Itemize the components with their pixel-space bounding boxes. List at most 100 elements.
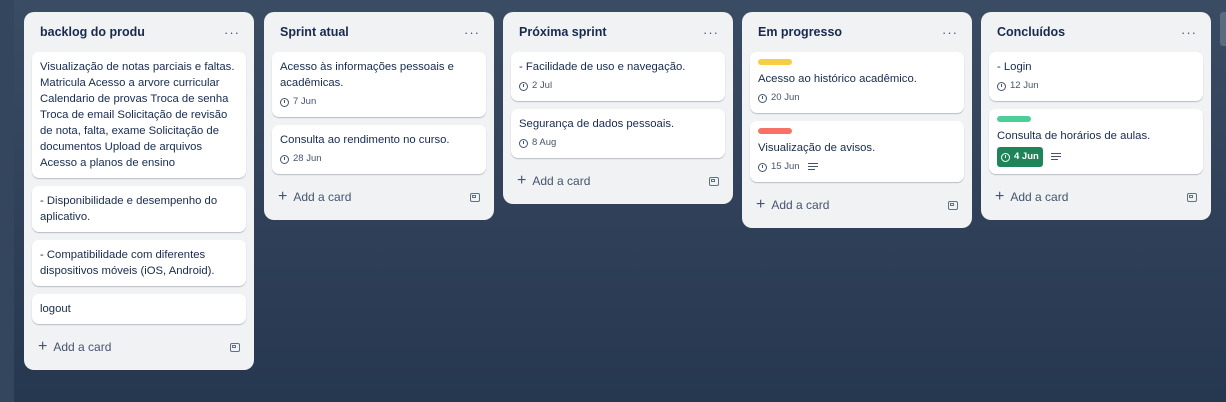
- plus-icon: +: [278, 188, 288, 205]
- add-card-button[interactable]: + Add a card: [756, 197, 829, 213]
- list-column: Concluídos ··· - Login 12 Jun Consulta de ho…: [981, 12, 1211, 220]
- list-column: backlog do produ ··· Visualização de notas…: [24, 12, 254, 370]
- card-title: logout: [40, 303, 71, 315]
- left-sidebar-edge: [0, 0, 14, 402]
- card-title: - Compatibilidade com diferentes disposi…: [40, 249, 215, 277]
- card[interactable]: - Disponibilidade e desempenho do aplica…: [32, 186, 246, 232]
- plus-icon: +: [38, 338, 48, 355]
- card[interactable]: Acesso ao histórico acadêmico. 20 Jun: [750, 52, 964, 113]
- list-column: Sprint atual ··· Acesso às informações pes…: [264, 12, 494, 220]
- add-card-label: Add a card: [293, 190, 352, 204]
- create-from-template-icon[interactable]: [948, 200, 958, 210]
- clock-icon: [758, 93, 767, 103]
- add-card-label: Add a card: [532, 174, 591, 188]
- due-date-badge[interactable]: 15 Jun: [758, 159, 800, 175]
- due-date-badge[interactable]: 2 Jul: [519, 78, 552, 94]
- description-icon: [807, 163, 818, 171]
- card[interactable]: Consulta de horários de aulas. 4 Jun: [989, 109, 1203, 174]
- clock-icon: [519, 138, 528, 148]
- list-header: Próxima sprint ···: [511, 12, 725, 52]
- card-badges: 15 Jun: [758, 159, 956, 175]
- card-title: Acesso às informações pessoais e acadêmi…: [280, 61, 454, 89]
- add-card-button[interactable]: + Add a card: [38, 339, 111, 355]
- due-date-badge[interactable]: 20 Jun: [758, 90, 800, 106]
- add-card-button[interactable]: + Add a card: [995, 189, 1068, 205]
- due-date-badge[interactable]: 12 Jun: [997, 78, 1039, 94]
- list-title[interactable]: Sprint atual: [280, 25, 349, 39]
- clock-icon: [280, 97, 289, 107]
- clock-icon: [519, 81, 528, 91]
- card-badges: 7 Jun: [280, 94, 478, 110]
- list-menu-icon[interactable]: ···: [224, 25, 240, 40]
- card-badges: 2 Jul: [519, 78, 717, 94]
- due-date-badge[interactable]: 28 Jun: [280, 151, 322, 167]
- due-date-text: 20 Jun: [771, 92, 800, 103]
- create-from-template-icon[interactable]: [470, 192, 480, 202]
- card-title: Acesso ao histórico acadêmico.: [758, 73, 917, 85]
- list-title[interactable]: Próxima sprint: [519, 25, 607, 39]
- right-panel-handle[interactable]: [1220, 12, 1226, 46]
- list-header: backlog do produ ···: [32, 12, 246, 52]
- card[interactable]: Segurança de dados pessoais. 8 Aug: [511, 109, 725, 158]
- card[interactable]: - Compatibilidade com diferentes disposi…: [32, 240, 246, 286]
- create-from-template-icon[interactable]: [1187, 192, 1197, 202]
- add-card-row: + Add a card: [32, 332, 246, 362]
- card[interactable]: - Facilidade de uso e navegação. 2 Jul: [511, 52, 725, 101]
- due-date-text: 7 Jun: [293, 96, 317, 107]
- card-title: Segurança de dados pessoais.: [519, 118, 675, 130]
- card[interactable]: Visualização de avisos. 15 Jun: [750, 121, 964, 182]
- card-title: Visualização de avisos.: [758, 142, 876, 154]
- add-card-row: + Add a card: [750, 190, 964, 220]
- due-date-text: 15 Jun: [771, 161, 800, 172]
- card-title: - Facilidade de uso e navegação.: [519, 61, 686, 73]
- list-header: Sprint atual ···: [272, 12, 486, 52]
- list-header: Concluídos ···: [989, 12, 1203, 52]
- list-title[interactable]: Em progresso: [758, 25, 842, 39]
- card-label[interactable]: [758, 59, 792, 65]
- card-title: Consulta de horários de aulas.: [997, 130, 1151, 142]
- list-column: Em progresso ··· Acesso ao histórico acadê…: [742, 12, 972, 228]
- card-title: - Login: [997, 61, 1032, 73]
- card[interactable]: Consulta ao rendimento no curso. 28 Jun: [272, 125, 486, 174]
- description-icon: [1050, 153, 1061, 161]
- card-title: - Disponibilidade e desempenho do aplica…: [40, 195, 218, 223]
- add-card-row: + Add a card: [989, 182, 1203, 212]
- create-from-template-icon[interactable]: [230, 342, 240, 352]
- due-date-badge[interactable]: 8 Aug: [519, 135, 556, 151]
- add-card-row: + Add a card: [272, 182, 486, 212]
- clock-icon: [1001, 152, 1010, 162]
- add-card-row: + Add a card: [511, 166, 725, 196]
- list-menu-icon[interactable]: ···: [1181, 25, 1197, 40]
- plus-icon: +: [756, 196, 766, 213]
- card-badges: 12 Jun: [997, 78, 1195, 94]
- list-column: Próxima sprint ··· - Facilidade de uso e n…: [503, 12, 733, 204]
- add-card-button[interactable]: + Add a card: [278, 189, 351, 205]
- list-title[interactable]: Concluídos: [997, 25, 1065, 39]
- add-card-label: Add a card: [771, 198, 830, 212]
- clock-icon: [997, 81, 1006, 91]
- card-label[interactable]: [997, 116, 1031, 122]
- due-date-badge[interactable]: 4 Jun: [997, 147, 1043, 167]
- card-badges: 4 Jun: [997, 147, 1195, 167]
- add-card-label: Add a card: [53, 340, 112, 354]
- card[interactable]: logout: [32, 294, 246, 324]
- card[interactable]: Visualização de notas parciais e faltas.…: [32, 52, 246, 178]
- create-from-template-icon[interactable]: [709, 176, 719, 186]
- list-menu-icon[interactable]: ···: [703, 25, 719, 40]
- card[interactable]: - Login 12 Jun: [989, 52, 1203, 101]
- due-date-text: 8 Aug: [532, 137, 557, 148]
- card-badges: 20 Jun: [758, 90, 956, 106]
- due-date-text: 4 Jun: [1014, 151, 1039, 162]
- card[interactable]: Acesso às informações pessoais e acadêmi…: [272, 52, 486, 117]
- list-menu-icon[interactable]: ···: [942, 25, 958, 40]
- list-title[interactable]: backlog do produ: [40, 25, 145, 39]
- list-menu-icon[interactable]: ···: [464, 25, 480, 40]
- due-date-badge[interactable]: 7 Jun: [280, 94, 316, 110]
- add-card-label: Add a card: [1010, 190, 1069, 204]
- plus-icon: +: [995, 188, 1005, 205]
- add-card-button[interactable]: + Add a card: [517, 173, 590, 189]
- card-label[interactable]: [758, 128, 792, 134]
- card-title: Consulta ao rendimento no curso.: [280, 134, 450, 146]
- card-badges: 8 Aug: [519, 135, 717, 151]
- due-date-text: 28 Jun: [293, 153, 322, 164]
